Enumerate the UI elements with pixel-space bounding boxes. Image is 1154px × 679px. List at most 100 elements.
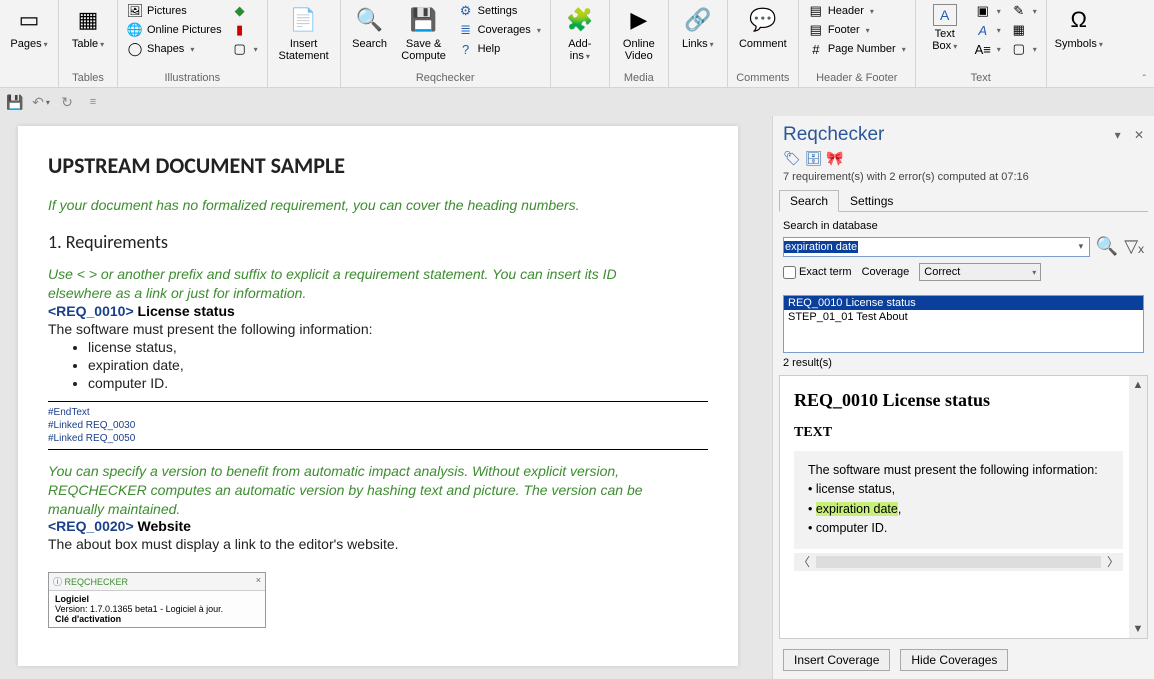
panel-header: Reqchecker ▾ ✕ [773, 116, 1154, 150]
search-input[interactable]: expiration date ▾ [783, 237, 1090, 257]
help-button[interactable]: ?Help [455, 40, 544, 58]
smartart-button[interactable]: ◆ [229, 2, 261, 20]
scroll-left-icon[interactable]: 〈 [798, 553, 810, 570]
table-button[interactable]: ▦ Table▾ [65, 2, 111, 52]
horizontal-scrollbar[interactable]: 〈 〉 [794, 553, 1123, 571]
search-icon: 🔍 [354, 4, 386, 36]
status-text: 7 requirement(s) with 2 error(s) compute… [773, 171, 1154, 189]
footer-button[interactable]: ▤Footer▾ [805, 21, 909, 39]
req-1-body: The software must present the following … [48, 321, 708, 337]
text-box-button[interactable]: A Text Box▾ [922, 2, 968, 54]
database-icon[interactable]: 🗄 [805, 150, 823, 166]
insert-statement-icon: 📄 [288, 4, 320, 36]
group-label [557, 70, 603, 87]
group-text: A Text Box▾ ▣▾ A▾ A≡▾ ✎▾ ▦ ▢▾ Text [916, 0, 1047, 87]
page-number-icon: # [808, 41, 824, 57]
tab-search[interactable]: Search [779, 190, 839, 212]
list-item: computer ID. [88, 375, 708, 391]
tag-icon[interactable]: 🏷 [783, 150, 801, 166]
req-1-tag: <REQ_0010> [48, 303, 134, 319]
signature-button[interactable]: ✎▾ [1008, 2, 1040, 20]
meta-endtext: #EndText [48, 406, 708, 419]
panel-title: Reqchecker [783, 124, 884, 146]
links-label: Links [682, 38, 708, 50]
wordart-button[interactable]: A▾ [972, 21, 1004, 39]
close-icon[interactable]: × [256, 575, 261, 588]
screenshot-button[interactable]: ▢▾ [229, 40, 261, 58]
online-picture-icon: 🌐 [127, 22, 143, 38]
online-video-button[interactable]: ▶ Online Video [616, 2, 662, 64]
date-time-button[interactable]: ▦ [1008, 21, 1040, 39]
help-label: Help [478, 43, 501, 55]
comment-label: Comment [739, 38, 787, 50]
collapse-ribbon-button[interactable]: ˆ [1143, 74, 1146, 85]
redo-button[interactable]: ↻ [58, 93, 76, 111]
group-label [1053, 70, 1105, 87]
coverage-select[interactable]: Correct ▾ [919, 263, 1041, 281]
exact-term-checkbox[interactable]: Exact term [783, 266, 852, 279]
insert-statement-label: Insert Statement [276, 38, 332, 62]
panel-tabs: Search Settings [779, 189, 1148, 212]
req-1-list: license status, expiration date, compute… [88, 339, 708, 391]
result-row[interactable]: REQ_0010 License status [784, 296, 1143, 310]
quick-parts-button[interactable]: ▣▾ [972, 2, 1004, 20]
results-list: REQ_0010 License status STEP_01_01 Test … [783, 295, 1144, 353]
header-button[interactable]: ▤Header▾ [805, 2, 909, 20]
scroll-right-icon[interactable]: 〉 [1107, 553, 1119, 570]
chevron-down-icon[interactable]: ▾ [1073, 241, 1089, 252]
panel-menu-button[interactable]: ▾ [1115, 128, 1121, 142]
comment-button[interactable]: 💬 Comment [734, 2, 792, 52]
filter-clear-icon[interactable]: ▽ₓ [1124, 236, 1144, 257]
group-symbols: Ω Symbols▾ [1047, 0, 1111, 87]
save-button[interactable]: 💾 [6, 93, 24, 111]
ribbon: ▭ Pages▾ ▦ Table▾ Tables 🖼Pictures 🌐Onli… [0, 0, 1154, 88]
gear-icon: ⚙ [458, 3, 474, 19]
save-compute-label: Save & Compute [399, 38, 449, 62]
group-pages: ▭ Pages▾ [0, 0, 59, 87]
vertical-scrollbar[interactable]: ▲ ▼ [1129, 376, 1147, 638]
page-number-label: Page Number [828, 43, 896, 55]
insert-coverage-button[interactable]: Insert Coverage [783, 649, 890, 671]
hide-coverages-button[interactable]: Hide Coverages [900, 649, 1008, 671]
object-button[interactable]: ▢▾ [1008, 40, 1040, 58]
qat-customize-button[interactable]: ≡ [84, 93, 102, 111]
search-go-icon[interactable]: 🔍 [1096, 236, 1118, 257]
scroll-up-icon[interactable]: ▲ [1133, 379, 1144, 391]
online-pictures-button[interactable]: 🌐Online Pictures [124, 21, 225, 39]
dialog-line: Version: 1.7.0.1365 beta1 - Logiciel à j… [55, 604, 259, 614]
chart-button[interactable]: ▮ [229, 21, 261, 39]
insert-statement-button[interactable]: 📄 Insert Statement [274, 2, 334, 64]
drop-cap-button[interactable]: A≡▾ [972, 40, 1004, 58]
search-button[interactable]: 🔍 Search [347, 2, 393, 52]
coverage-value: Correct [924, 266, 960, 278]
undo-button[interactable]: ↶▾ [32, 93, 50, 111]
settings-button[interactable]: ⚙Settings [455, 2, 544, 20]
media-group-label: Media [616, 70, 662, 87]
footer-label: Footer [828, 24, 860, 36]
req-1-header: <REQ_0010> License status [48, 303, 708, 319]
pictures-button[interactable]: 🖼Pictures [124, 2, 225, 20]
shapes-button[interactable]: ◯Shapes▾ [124, 40, 225, 58]
tab-settings[interactable]: Settings [839, 190, 904, 212]
pages-button[interactable]: ▭ Pages▾ [6, 2, 52, 52]
page-number-button[interactable]: #Page Number▾ [805, 40, 909, 58]
save-compute-button[interactable]: 💾 Save & Compute [397, 2, 451, 64]
hint-1-text: Use < > or another prefix and suffix to … [48, 265, 708, 303]
group-label [675, 70, 721, 87]
document-scroll[interactable]: UPSTREAM DOCUMENT SAMPLE If your documen… [0, 116, 772, 679]
symbols-button[interactable]: Ω Symbols▾ [1053, 2, 1105, 52]
scroll-down-icon[interactable]: ▼ [1133, 623, 1144, 635]
doc-title: UPSTREAM DOCUMENT SAMPLE [48, 152, 708, 179]
panel-close-button[interactable]: ✕ [1134, 128, 1144, 142]
group-illustrations: 🖼Pictures 🌐Online Pictures ◯Shapes▾ ◆ ▮ … [118, 0, 268, 87]
scroll-track[interactable] [816, 556, 1101, 568]
ribbon-icon[interactable]: 🎀 [826, 150, 843, 166]
exact-term-label: Exact term [799, 266, 852, 278]
addins-button[interactable]: 🧩 Add-ins▾ [557, 2, 603, 64]
text-group-label: Text [922, 70, 1040, 87]
coverages-button[interactable]: ≣Coverages▾ [455, 21, 544, 39]
footer-icon: ▤ [808, 22, 824, 38]
result-row[interactable]: STEP_01_01 Test About [784, 310, 1143, 324]
links-button[interactable]: 🔗 Links▾ [675, 2, 721, 52]
video-icon: ▶ [623, 4, 655, 36]
